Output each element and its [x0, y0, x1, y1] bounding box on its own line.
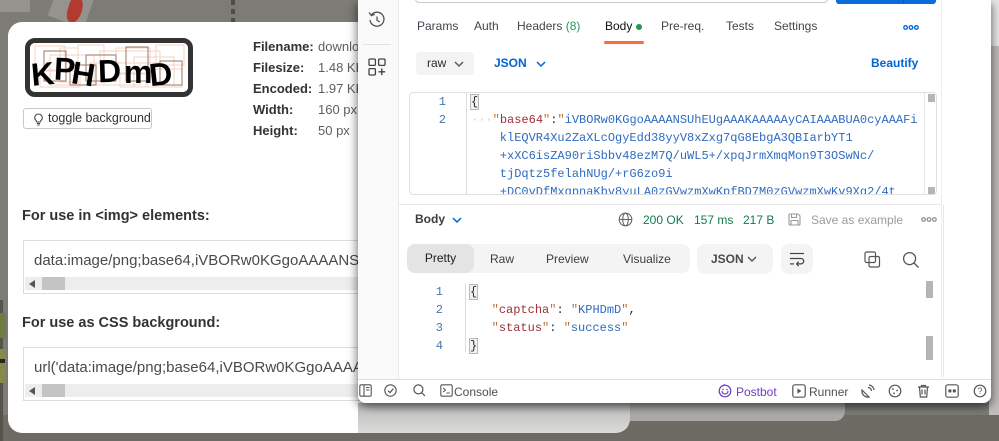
svg-text:D: D	[97, 53, 121, 90]
svg-text:K: K	[30, 55, 56, 92]
svg-text:D: D	[147, 55, 174, 92]
svg-text:?: ?	[977, 386, 982, 396]
